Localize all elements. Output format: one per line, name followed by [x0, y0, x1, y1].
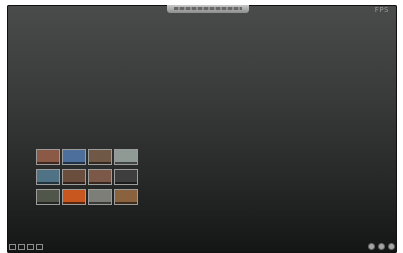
- photo-thumb-9[interactable]: [36, 189, 60, 205]
- photo-thumb-6[interactable]: [62, 169, 86, 185]
- photo-thumb-5[interactable]: [36, 169, 60, 185]
- photo-grid: [36, 149, 138, 205]
- photo-thumb-2[interactable]: [62, 149, 86, 165]
- bottom-right-toolbar: [368, 243, 395, 250]
- window-title-bar[interactable]: [167, 5, 249, 13]
- window-title-text: [174, 7, 242, 10]
- photo-thumb-12[interactable]: [114, 189, 138, 205]
- photo-thumb-10[interactable]: [62, 189, 86, 205]
- photo-thumb-8[interactable]: [114, 169, 138, 185]
- help-icon[interactable]: [378, 243, 385, 250]
- corner-label: FPS: [374, 6, 389, 14]
- shuffle-icon[interactable]: [368, 243, 375, 250]
- folder-icon[interactable]: [27, 244, 34, 250]
- photo-thumb-7[interactable]: [88, 169, 112, 185]
- bottom-left-toolbar: [9, 244, 43, 250]
- grid-view-icon[interactable]: [9, 244, 16, 250]
- app-window: FPS: [7, 5, 397, 253]
- photo-thumb-3[interactable]: [88, 149, 112, 165]
- photo-thumb-11[interactable]: [88, 189, 112, 205]
- share-icon[interactable]: [36, 244, 43, 250]
- layout-view-icon[interactable]: [18, 244, 25, 250]
- settings-icon[interactable]: [388, 243, 395, 250]
- photo-thumb-4[interactable]: [114, 149, 138, 165]
- photo-thumb-1[interactable]: [36, 149, 60, 165]
